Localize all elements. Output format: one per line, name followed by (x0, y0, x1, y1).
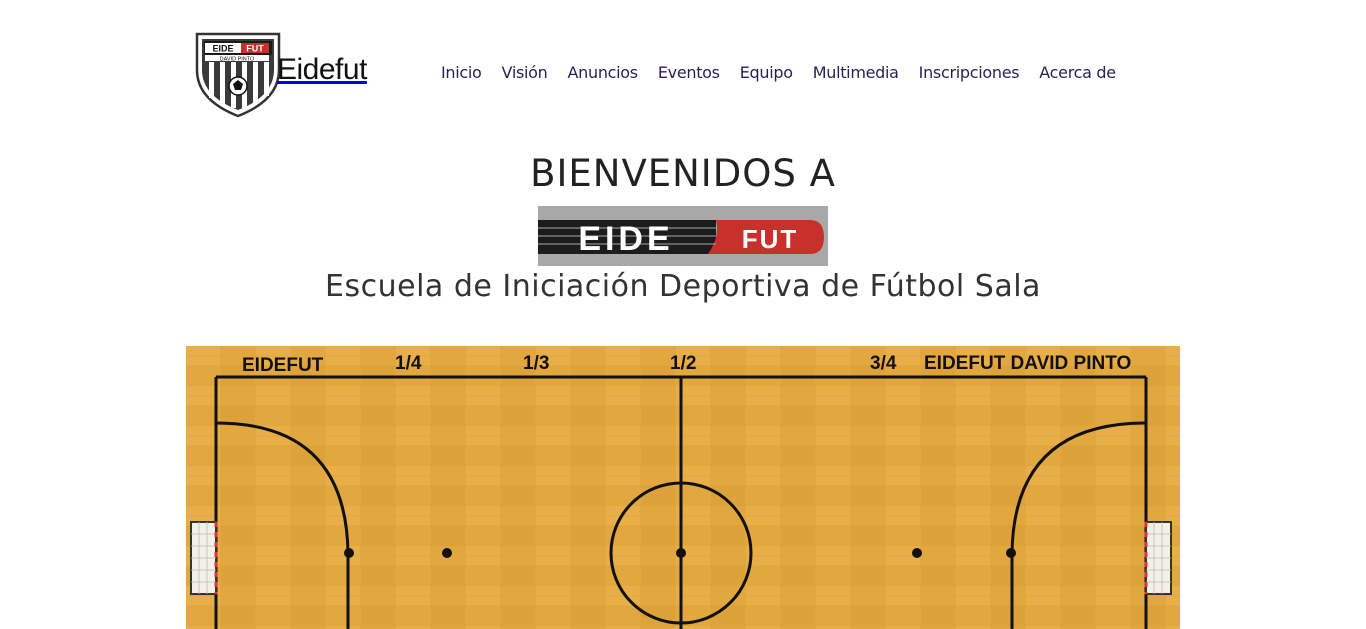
main-nav: Inicio Visión Anuncios Eventos Equipo Mu… (441, 63, 1116, 82)
court-label-third: 1/3 (523, 353, 549, 374)
hero-title: BIENVENIDOS A (530, 152, 836, 195)
court-label-left: EIDEFUT (242, 355, 324, 376)
hero-section: BIENVENIDOS A EIDE FUT Escuela de Inicia… (0, 150, 1366, 305)
right-goal (1144, 521, 1172, 595)
court-label-half: 1/2 (670, 353, 696, 374)
nav-item-inscripciones[interactable]: Inscripciones (919, 63, 1020, 82)
eidefut-wordmark-logo: EIDE FUT (538, 206, 828, 266)
nav-item-multimedia[interactable]: Multimedia (813, 63, 899, 82)
site-header: EIDE FUT DAVID PINTO Eidefut Inicio Visi… (0, 0, 1366, 140)
crest-fut-text: FUT (246, 44, 264, 54)
court-label-quarter: 1/4 (395, 353, 422, 374)
court-label-three-quarter: 3/4 (870, 353, 897, 374)
nav-item-vision[interactable]: Visión (502, 63, 548, 82)
nav-item-acerca-de[interactable]: Acerca de (1039, 63, 1116, 82)
crest-eide-text: EIDE (212, 44, 233, 54)
crest-subtitle-text: DAVID PINTO (220, 57, 255, 63)
brand-name[interactable]: Eidefut (277, 53, 367, 87)
nav-item-eventos[interactable]: Eventos (658, 63, 720, 82)
nav-item-equipo[interactable]: Equipo (740, 63, 793, 82)
logo-fut-text: FUT (742, 224, 799, 254)
logo-eide-text: EIDE (578, 220, 673, 258)
court-label-right: EIDEFUT DAVID PINTO (924, 353, 1131, 374)
court-diagram: EIDEFUT 1/4 1/3 1/2 3/4 EIDEFUT DAVID PI… (186, 346, 1180, 629)
eidefut-crest-logo: EIDE FUT DAVID PINTO (195, 32, 281, 118)
left-goal (190, 521, 218, 595)
brand-home-link[interactable]: EIDE FUT DAVID PINTO Eidefut (193, 30, 367, 118)
futsal-court-image: EIDEFUT 1/4 1/3 1/2 3/4 EIDEFUT DAVID PI… (186, 346, 1180, 629)
hero-subtitle: Escuela de Iniciación Deportiva de Fútbo… (325, 269, 1041, 304)
nav-item-inicio[interactable]: Inicio (441, 63, 482, 82)
nav-item-anuncios[interactable]: Anuncios (568, 63, 639, 82)
